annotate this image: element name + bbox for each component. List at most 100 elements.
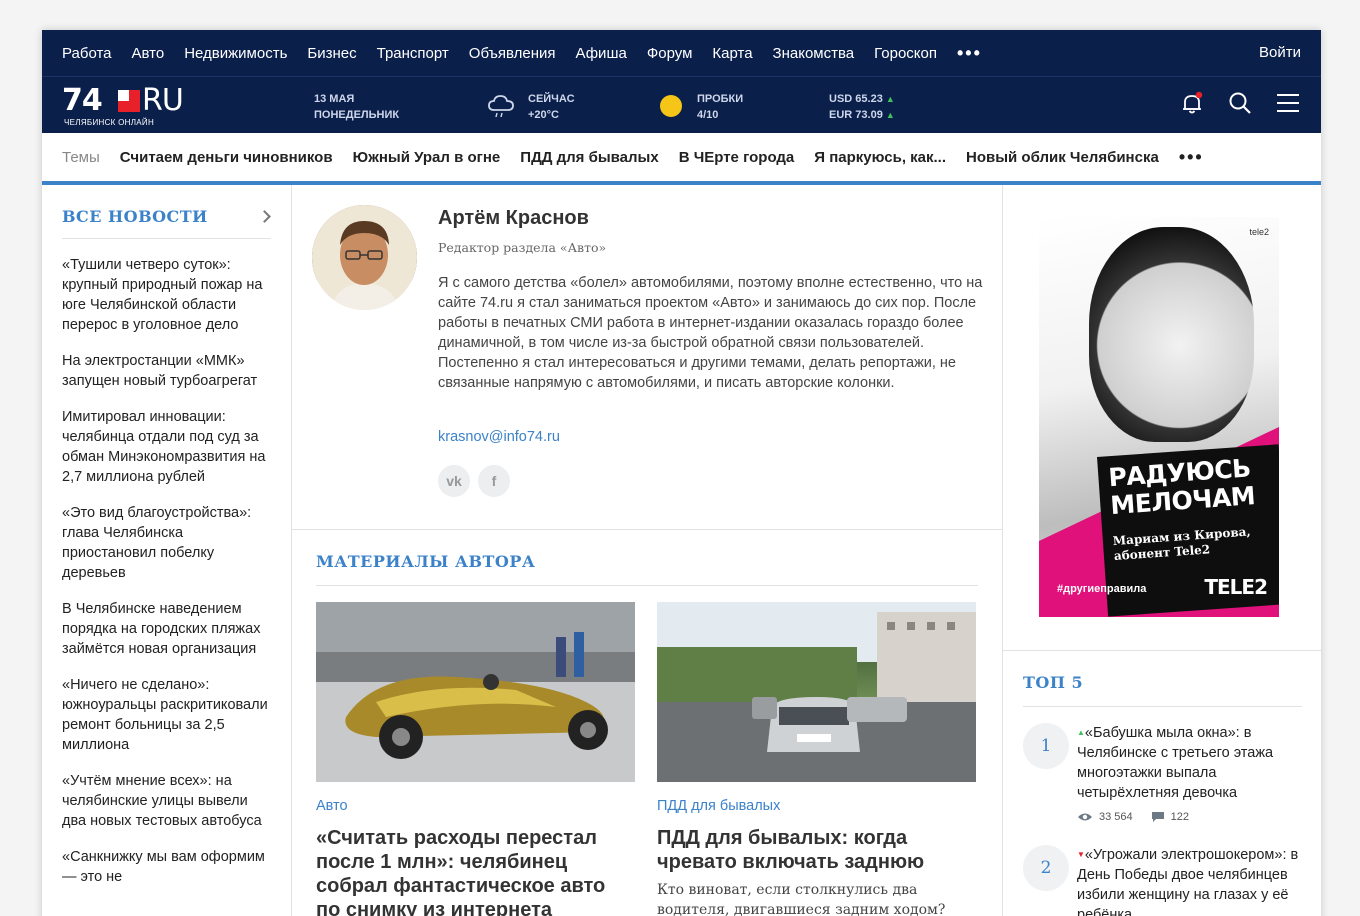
theme-item[interactable]: В ЧЕрте города: [679, 149, 795, 166]
nav-item-rabota[interactable]: Работа: [62, 45, 112, 62]
ad-portrait: [1089, 227, 1254, 442]
chevron-right-icon: [258, 210, 271, 223]
top5-stats: 33 564 122: [1077, 811, 1302, 823]
traffic-score: 4/10: [697, 109, 719, 121]
nav-item-forum[interactable]: Форум: [647, 45, 693, 62]
nav-item-goroskop[interactable]: Гороскоп: [874, 45, 937, 62]
menu-icon[interactable]: [1275, 90, 1301, 116]
ad-subline: Мариам из Кирова, абонент Tele2: [1112, 524, 1252, 564]
top5-item[interactable]: 1 ▲«Бабушка мыла окна»: в Челябинске с т…: [1023, 723, 1302, 823]
main-column: Артём Краснов Редактор раздела «Авто» Я …: [292, 185, 1002, 916]
news-item[interactable]: «Ничего не сделано»: южноуральцы раскрит…: [62, 675, 271, 755]
top5-text: «Угрожали электрошокером»: в День Победы…: [1077, 847, 1299, 916]
ad-hashtag: #другиеправила: [1057, 583, 1147, 595]
all-news-link[interactable]: ВСЕ НОВОСТИ: [62, 207, 271, 239]
author-name: Артём Краснов: [438, 207, 589, 229]
news-item[interactable]: «Санкнижку мы вам оформим — это не: [62, 847, 271, 887]
nav-item-nedvizhimost[interactable]: Недвижимость: [184, 45, 287, 62]
weather-cloud-icon: [486, 90, 516, 125]
themes-label: Темы: [62, 148, 100, 166]
nav-item-obyavleniya[interactable]: Объявления: [469, 45, 556, 62]
theme-item[interactable]: Я паркуюсь, как...: [814, 149, 946, 166]
author-email-link[interactable]: krasnov@info74.ru: [438, 429, 560, 445]
eur-up-icon: ▲: [885, 110, 895, 120]
author-role: Редактор раздела «Авто»: [438, 240, 607, 255]
materials-title: МАТЕРИАЛЫ АВТОРА: [316, 552, 978, 586]
author-bio: Я с самого детства «болел» автомобилями,…: [438, 275, 983, 391]
news-item[interactable]: В Челябинске наведением порядка на город…: [62, 599, 271, 659]
top5-block: ТОП 5 1 ▲«Бабушка мыла окна»: в Челябинс…: [1003, 650, 1321, 916]
traffic-block[interactable]: ПРОБКИ 4/10: [697, 91, 743, 123]
header-bar: 74 RU ЧЕЛЯБИНСК ОНЛАЙН 13 МАЯ ПОНЕДЕЛЬНИ…: [42, 76, 1321, 133]
themes-more-button[interactable]: •••: [1179, 147, 1204, 168]
news-item[interactable]: Имитировал инновации: челябинца отдали п…: [62, 407, 271, 487]
theme-item[interactable]: ПДД для бывалых: [520, 149, 658, 166]
article-image[interactable]: [657, 602, 976, 782]
eur-rate: EUR 73.09: [829, 109, 883, 121]
nav-item-znakomstva[interactable]: Знакомства: [773, 45, 855, 62]
ad-corner-logo: tele2: [1249, 227, 1269, 237]
date-weekday: ПОНЕДЕЛЬНИК: [314, 109, 400, 121]
traffic-icon: [660, 95, 682, 117]
nav-item-avto[interactable]: Авто: [132, 45, 165, 62]
search-icon[interactable]: [1227, 90, 1253, 116]
theme-item[interactable]: Считаем деньги чиновников: [120, 149, 333, 166]
materials-cards: Авто «Считать расходы перестал после 1 м…: [316, 602, 978, 916]
news-item[interactable]: «Тушили четверо суток»: крупный природны…: [62, 255, 271, 335]
views-count: 33 564: [1099, 811, 1133, 823]
weather-temp: +20°C: [528, 109, 560, 121]
news-item[interactable]: На электростанции «ММК» запущен новый ту…: [62, 351, 271, 391]
news-sidebar: ВСЕ НОВОСТИ «Тушили четверо суток»: круп…: [42, 185, 292, 916]
weather-block: СЕЙЧАС +20°C: [528, 91, 575, 123]
header-actions: [1179, 90, 1301, 116]
author-materials: МАТЕРИАЛЫ АВТОРА Авто «Считать расходы п…: [292, 552, 1002, 916]
themes-bar: Темы Считаем деньги чиновников Южный Ура…: [42, 133, 1321, 185]
nav-more-button[interactable]: •••: [957, 43, 982, 64]
author-card: Артём Краснов Редактор раздела «Авто» Я …: [292, 185, 1002, 530]
article-lead: Кто виноват, если столкнулись два водите…: [657, 882, 946, 916]
site-logo[interactable]: 74 RU ЧЕЛЯБИНСК ОНЛАЙН: [62, 83, 192, 127]
tele2-ad-banner[interactable]: tele2 РАДУЮСЬ МЕЛОЧАМ Мариам из Кирова, …: [1039, 217, 1279, 617]
nav-item-karta[interactable]: Карта: [712, 45, 752, 62]
logo-subtitle: ЧЕЛЯБИНСК ОНЛАЙН: [64, 118, 155, 127]
top5-title: ТОП 5: [1023, 673, 1302, 707]
logo-74: 74: [62, 83, 103, 118]
theme-item[interactable]: Новый облик Челябинска: [966, 149, 1159, 166]
vk-share-button[interactable]: vk: [438, 465, 470, 497]
article-card[interactable]: ПДД для бывалых ПДД для бывалых: когда ч…: [657, 602, 976, 916]
traffic-label: ПРОБКИ: [697, 93, 744, 105]
facebook-share-button[interactable]: f: [478, 465, 510, 497]
article-headline[interactable]: ПДД для бывалых: когда чревато включать …: [657, 826, 976, 874]
article-headline[interactable]: «Считать расходы перестал после 1 млн»: …: [316, 826, 635, 916]
comment-icon: [1151, 812, 1164, 822]
date-day: 13 МАЯ: [314, 93, 355, 105]
ad-brand: TELE2: [1204, 575, 1268, 599]
top-nav: Работа Авто Недвижимость Бизнес Транспор…: [42, 30, 1321, 76]
currency-block[interactable]: USD 65.23 ▲ EUR 73.09 ▲: [829, 91, 895, 123]
article-image[interactable]: [316, 602, 635, 782]
news-item[interactable]: «Учтём мнение всех»: на челябинские улиц…: [62, 771, 271, 831]
logo-square-icon: [118, 90, 140, 112]
usd-rate: USD 65.23: [829, 93, 883, 105]
author-avatar: [312, 205, 417, 310]
ad-headline: РАДУЮСЬ МЕЛОЧАМ: [1107, 453, 1256, 521]
logo-ru: RU: [142, 83, 184, 118]
trend-up-icon: ▲: [1077, 728, 1085, 737]
article-rubric[interactable]: ПДД для бывалых: [657, 798, 976, 814]
right-sidebar: tele2 РАДУЮСЬ МЕЛОЧАМ Мариам из Кирова, …: [1002, 185, 1321, 916]
nav-item-transport[interactable]: Транспорт: [377, 45, 449, 62]
nav-item-afisha[interactable]: Афиша: [576, 45, 627, 62]
login-link[interactable]: Войти: [1259, 44, 1301, 61]
news-item[interactable]: «Это вид благоустройства»: глава Челябин…: [62, 503, 271, 583]
weather-label: СЕЙЧАС: [528, 93, 575, 105]
theme-item[interactable]: Южный Урал в огне: [353, 149, 501, 166]
page: Работа Авто Недвижимость Бизнес Транспор…: [42, 30, 1321, 916]
content-area: ВСЕ НОВОСТИ «Тушили четверо суток»: круп…: [42, 185, 1321, 916]
article-rubric[interactable]: Авто: [316, 798, 635, 814]
top5-item[interactable]: 2 ▼«Угрожали электрошокером»: в День Поб…: [1023, 845, 1302, 916]
bell-icon[interactable]: [1179, 90, 1205, 116]
comments-count: 122: [1170, 811, 1190, 823]
nav-item-biznes[interactable]: Бизнес: [307, 45, 356, 62]
top5-rank: 1: [1023, 723, 1069, 769]
article-card[interactable]: Авто «Считать расходы перестал после 1 м…: [316, 602, 635, 916]
